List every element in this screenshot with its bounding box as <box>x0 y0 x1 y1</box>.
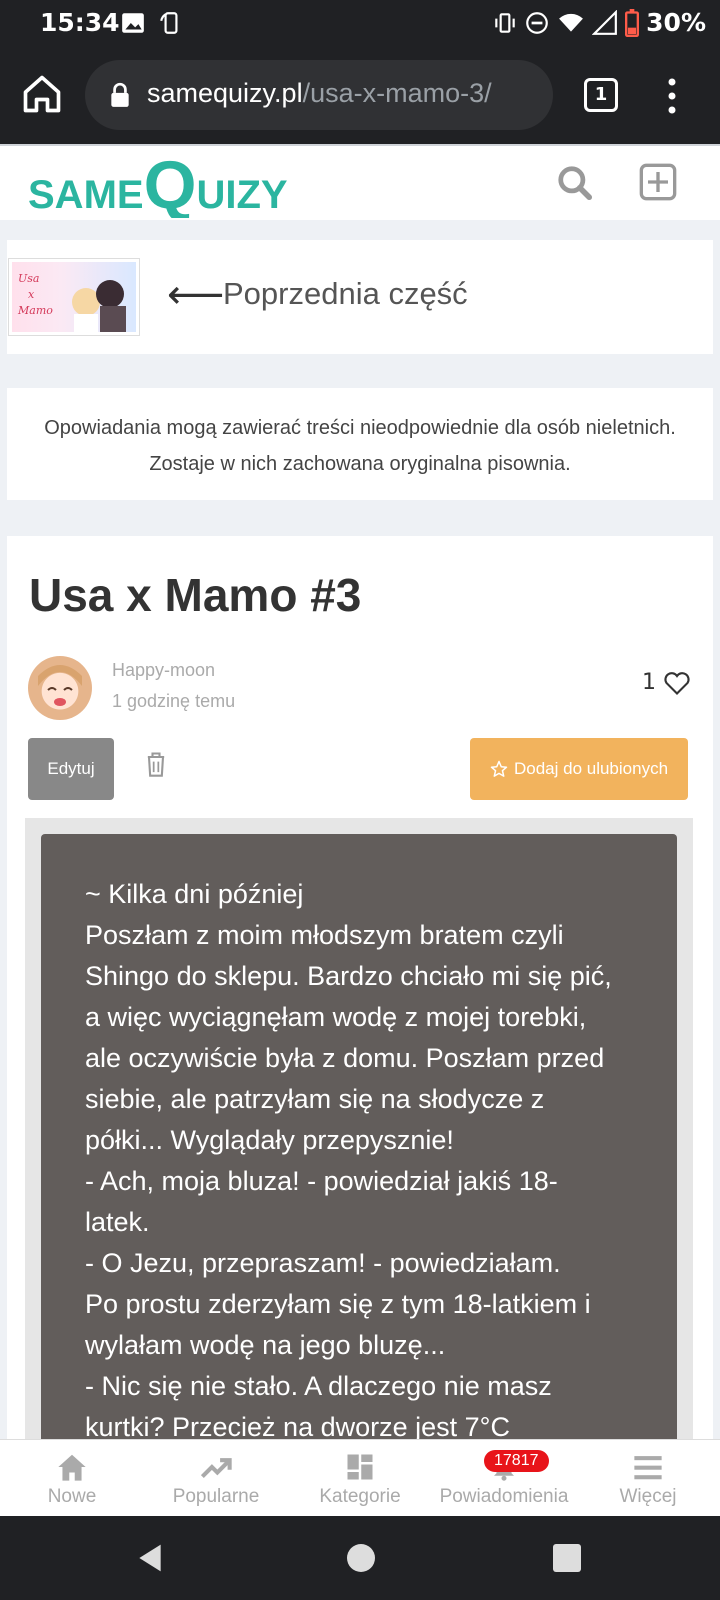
story-line: siebie, ale patrzyłam się na słodycze z <box>85 1084 545 1114</box>
nav-item-kategorie[interactable]: Kategorie <box>288 1440 432 1516</box>
previous-part-thumbnail[interactable]: Usa x Mamo <box>8 258 140 336</box>
lock-icon <box>111 82 129 107</box>
story-line: - Nic się nie stało. A dlaczego nie masz <box>85 1371 552 1401</box>
vibrate-icon <box>495 12 515 33</box>
menu-icon <box>634 1456 662 1480</box>
wifi-icon <box>559 13 584 32</box>
story-line: Po prostu zderzyłam się z tym 18-latkiem… <box>85 1289 591 1319</box>
recents-button[interactable] <box>553 1544 581 1572</box>
status-right: 30% <box>492 8 706 37</box>
home-button[interactable] <box>347 1544 375 1572</box>
like-count: 1 <box>642 670 656 695</box>
story-line: - O Jezu, przepraszam! - powiedziałam. <box>85 1248 561 1278</box>
browser-toolbar: samequizy.pl/usa-x-mamo-3/ 1 <box>0 48 720 144</box>
arrow-left-icon: ⟵ <box>167 272 225 318</box>
url-path: /usa-x-mamo-3/ <box>302 78 492 108</box>
nav-item-wiecej[interactable]: Więcej <box>576 1440 720 1516</box>
nav-label: Nowe <box>47 1486 97 1507</box>
bottom-navigation: Nowe Popularne Kategorie 17817 Powiadomi… <box>0 1439 720 1516</box>
status-time: 15:34 <box>40 8 120 37</box>
content-notice: Opowiadania mogą zawierać treści nieodpo… <box>7 388 713 500</box>
nav-item-nowe[interactable]: Nowe <box>0 1440 144 1516</box>
add-quiz-icon[interactable] <box>638 162 678 202</box>
story-line: wylałam wodę na jego bluzę... <box>85 1330 446 1360</box>
story-line: Shingo do sklepu. Bardzo chciało mi się … <box>85 961 612 991</box>
story-line: półki... Wyglądały przepysznie! <box>85 1125 454 1155</box>
previous-part-link[interactable]: Poprzednia część <box>223 276 468 312</box>
add-to-favorites-label: Dodaj do ulubionych <box>513 759 669 778</box>
back-icon[interactable] <box>134 1542 166 1574</box>
story-line: - Ach, moja bluza! - powiedział jakiś 18… <box>85 1166 558 1196</box>
screen-rotate-icon <box>160 12 178 34</box>
add-to-favorites-button[interactable]: Dodaj do ulubionych <box>470 738 688 800</box>
samequizy-logo[interactable]: SAMEQUIZY <box>28 148 308 218</box>
notification-badge: 17817 <box>484 1450 549 1472</box>
android-navigation-bar <box>0 1516 720 1600</box>
image-icon <box>122 13 144 33</box>
edit-button[interactable]: Edytuj <box>28 738 114 800</box>
browser-home-icon[interactable] <box>20 72 64 116</box>
story-line: ale oczywiście była z domu. Poszłam prze… <box>85 1043 605 1073</box>
thumbnail-image: Usa x Mamo <box>12 262 136 332</box>
avatar-art <box>38 665 82 706</box>
search-icon[interactable] <box>556 164 594 202</box>
story-card: Usa x Mamo #3 Happy-moon 1 godzinę temu … <box>7 536 713 1456</box>
story-content: ~ Kilka dni później Poszłam z moim młods… <box>41 834 677 1456</box>
nav-item-powiadomienia[interactable]: 17817 Powiadomienia <box>432 1440 576 1516</box>
nav-label: Powiadomienia <box>439 1486 569 1507</box>
dnd-icon <box>526 11 548 34</box>
star-icon <box>490 760 508 777</box>
tab-switcher-button[interactable]: 1 <box>584 78 618 112</box>
notice-line-1: Opowiadania mogą zawierać treści nieodpo… <box>44 417 676 439</box>
previous-part-card[interactable]: Usa x Mamo ⟵ Poprzednia część <box>7 240 713 354</box>
thumbnail-art: Usa x Mamo <box>17 272 126 332</box>
trending-icon <box>200 1458 232 1478</box>
url-domain: samequizy.pl <box>147 78 303 108</box>
story-line: a więc wyciągnęłam wodę z mojej torebki, <box>85 1002 587 1032</box>
notice-line-2: Zostaje w nich zachowana oryginalna piso… <box>149 453 571 475</box>
battery-percent: 30% <box>646 8 706 37</box>
svg-text:Usa: Usa <box>18 272 39 285</box>
story-title: Usa x Mamo #3 <box>29 569 362 621</box>
nav-label: Więcej <box>619 1486 677 1507</box>
svg-text:x: x <box>28 288 35 301</box>
trash-icon[interactable] <box>144 750 168 778</box>
signal-icon <box>592 9 618 35</box>
svg-text:SAMEQUIZY: SAMEQUIZY <box>28 148 288 218</box>
status-bar: 15:34 30% <box>0 0 720 48</box>
browser-menu-icon[interactable] <box>660 76 684 116</box>
story-content-frame: ~ Kilka dni później Poszłam z moim młods… <box>25 818 693 1456</box>
post-time: 1 godzinę temu <box>112 691 236 711</box>
address-bar[interactable]: samequizy.pl/usa-x-mamo-3/ <box>85 60 553 130</box>
url-text: samequizy.pl/usa-x-mamo-3/ <box>147 78 492 109</box>
nav-label: Kategorie <box>319 1486 401 1507</box>
story-line: ~ Kilka dni później <box>85 879 304 909</box>
story-line: latek. <box>85 1207 150 1237</box>
author-avatar[interactable] <box>28 656 92 720</box>
nav-label: Popularne <box>172 1486 260 1507</box>
heart-icon[interactable] <box>663 670 691 696</box>
home-icon <box>58 1454 86 1481</box>
author-name[interactable]: Happy-moon <box>112 660 215 681</box>
grid-icon <box>347 1454 373 1480</box>
svg-text:Mamo: Mamo <box>17 304 53 317</box>
battery-icon <box>625 8 640 37</box>
site-header: SAMEQUIZY <box>0 144 720 220</box>
story-line: Poszłam z moim młodszym bratem czyli <box>85 920 564 950</box>
nav-item-popularne[interactable]: Popularne <box>144 1440 288 1516</box>
